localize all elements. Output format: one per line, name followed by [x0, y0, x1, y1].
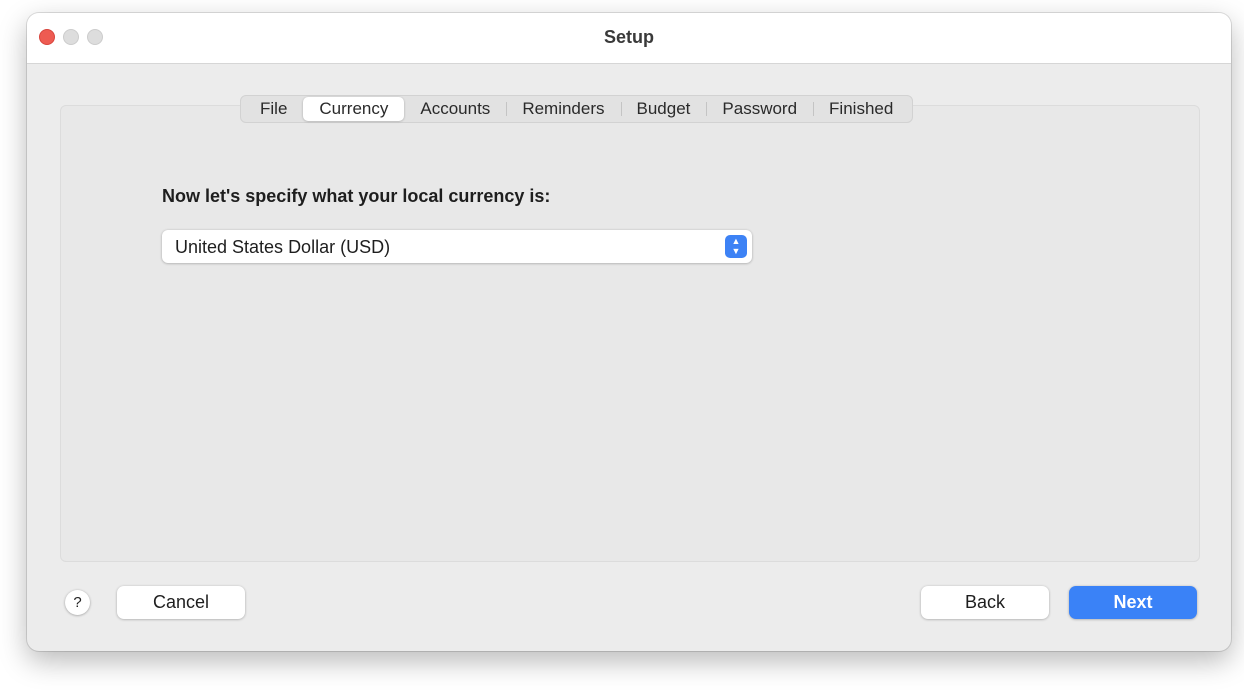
- title-bar: Setup: [27, 13, 1231, 64]
- tab-accounts[interactable]: Accounts: [404, 97, 506, 121]
- help-button[interactable]: ?: [65, 590, 90, 615]
- tab-content-panel: [60, 105, 1200, 562]
- next-button[interactable]: Next: [1069, 586, 1197, 619]
- tab-budget[interactable]: Budget: [620, 97, 707, 121]
- currency-select[interactable]: United States Dollar (USD) ▲ ▼: [162, 230, 752, 263]
- tab-password[interactable]: Password: [706, 97, 813, 121]
- chevron-up-down-icon: ▲ ▼: [725, 235, 747, 258]
- tab-currency[interactable]: Currency: [303, 97, 405, 121]
- back-button[interactable]: Back: [921, 586, 1049, 619]
- setup-window: Setup File Currency Accounts Reminders B…: [27, 13, 1231, 651]
- tab-bar: File Currency Accounts Reminders Budget …: [240, 95, 914, 123]
- window-title: Setup: [603, 27, 654, 47]
- currency-prompt: Now let's specify what your local curren…: [162, 186, 551, 206]
- tab-finished[interactable]: Finished: [813, 97, 909, 121]
- cancel-button[interactable]: Cancel: [117, 586, 245, 619]
- tab-reminders[interactable]: Reminders: [506, 97, 620, 121]
- tab-file[interactable]: File: [244, 97, 303, 121]
- currency-select-value: United States Dollar (USD): [175, 237, 391, 257]
